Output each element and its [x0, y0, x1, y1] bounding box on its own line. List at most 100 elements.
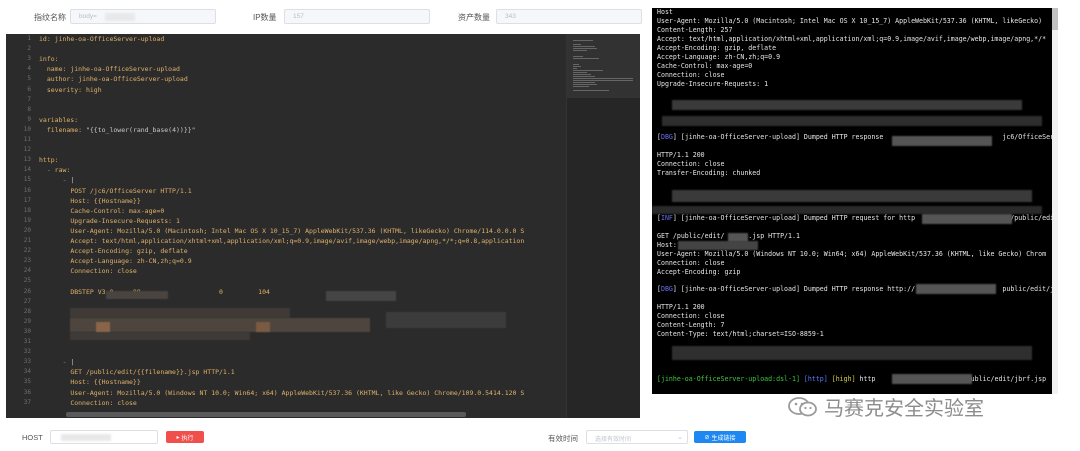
terminal-line: Host [657, 8, 673, 16]
terminal-scrollbar[interactable] [1052, 8, 1058, 394]
code-line: User-Agent: Mozilla/5.0 (Windows NT 10.0… [70, 388, 525, 397]
terminal-line: User-Agent: Mozilla/5.0 (Macintosh; Inte… [657, 16, 1043, 25]
asset-count-value: 343 [505, 13, 516, 20]
redacted-block [916, 284, 996, 294]
terminal-line: Content-Type: text/html;charset=ISO-8859… [657, 330, 824, 339]
watermark: 马赛克安全实验室 [788, 392, 984, 421]
line-number: 23 [23, 257, 31, 265]
redacted-chip [61, 434, 111, 441]
generate-link-label: 生成链接 [711, 435, 736, 442]
code-line: id: jinhe-oa-OfficeServer-upload [39, 35, 165, 43]
valid-time-select[interactable]: 选择有效时间 ⌄ [586, 430, 688, 444]
run-button[interactable]: ▸ 执行 [166, 431, 204, 443]
line-number: 25 [23, 277, 31, 285]
line-number: 31 [23, 338, 31, 345]
redacted-chip [105, 13, 135, 21]
line-number: 33 [23, 358, 31, 366]
host-input[interactable] [50, 430, 158, 444]
redacted-block [892, 374, 972, 384]
code-line: Host: {{Hostname}} [70, 378, 141, 387]
line-number: 2 [27, 45, 31, 53]
host-label: HOST [22, 433, 43, 442]
redacted-block [662, 116, 1042, 126]
line-number: 13 [23, 156, 31, 164]
ip-count-label: IP数量 [253, 13, 277, 22]
redacted-block [672, 190, 1032, 202]
line-number: 1 [27, 35, 31, 42]
line-number: 11 [23, 136, 31, 143]
redacted-block [672, 346, 1032, 360]
code-line: Accept-Language: zh-CN,zh;q=0.9 [70, 257, 192, 266]
line-number: 9 [27, 115, 31, 123]
code-line: filename: "{{to_lower(rand_base(4))}}" [46, 125, 196, 134]
line-number: 3 [27, 55, 31, 63]
line-number: 27 [23, 297, 31, 305]
code-line: Accept-Encoding: gzip, deflate [70, 247, 188, 256]
run-button-label: 执行 [181, 435, 194, 442]
bottom-bar: HOST ▸ 执行 有效时间 选择有效时间 ⌄ ⊘ 生成链接 [0, 424, 1080, 451]
redacted-block [106, 291, 168, 299]
watermark-text: 马赛克安全实验室 [824, 398, 984, 420]
terminal-line: Accept-Encoding: gzip, deflate [657, 43, 777, 52]
code-line: GET /public/edit/{{filename}}.jsp HTTP/1… [70, 368, 235, 377]
redacted-block [386, 312, 506, 328]
line-number: 28 [23, 307, 31, 315]
ip-count-input[interactable]: 157 [284, 9, 430, 24]
wechat-icon [788, 396, 818, 417]
line-number: 7 [27, 95, 31, 103]
line-number-gutter: 1 2 3 4 5 6 7 8 9 10 11 12 13 14 15 16 17 18 19 20 21 22 23 24 2… [6, 34, 34, 418]
terminal-line: [DBG] [jinhe-oa-OfficeServer-upload] Dum… [657, 285, 1058, 294]
terminal-scrollbar-thumb[interactable] [1052, 8, 1058, 30]
line-number: 22 [23, 247, 31, 255]
terminal-line: Connection: close [657, 160, 725, 169]
terminal-line: [DBG] [jinhe-oa-OfficeServer-upload] Dum… [657, 133, 1058, 142]
redacted-block [70, 318, 370, 332]
code-line: Cache-Control: max-age=0 [70, 206, 165, 215]
line-number: 37 [23, 398, 31, 406]
code-line: info: [39, 55, 59, 64]
asset-count-label: 资产数量 [458, 13, 490, 22]
line-number: 19 [23, 216, 31, 224]
terminal-line: Host: [657, 240, 677, 249]
terminal-line: HTTP/1.1 200 [657, 303, 705, 312]
line-number: 24 [23, 267, 31, 275]
asset-count-input[interactable]: 343 [496, 9, 642, 24]
ip-count-value: 157 [293, 13, 304, 20]
terminal-output[interactable]: Host User-Agent: Mozilla/5.0 (Macintosh; … [652, 8, 1058, 394]
line-number: 14 [23, 166, 31, 174]
terminal-line: [jinhe-oa-OfficeServer-upload:dsl-1] [ht… [657, 374, 1047, 383]
generate-link-button[interactable]: ⊘ 生成链接 [694, 431, 746, 443]
code-line: severity: high [46, 85, 102, 94]
line-number: 17 [23, 196, 31, 204]
terminal-line: Accept-Language: zh-CN,zh;q=0.9 [657, 52, 781, 61]
code-line: Accept: text/html,application/xhtml+xml,… [70, 237, 525, 245]
terminal-line: Cache-Control: max-age=0 [657, 61, 753, 70]
line-number: 18 [23, 206, 31, 214]
terminal-line: Connection: close [657, 70, 725, 79]
yaml-editor[interactable]: 1 2 3 4 5 6 7 8 9 10 11 12 13 14 15 16 17 18 19 20 21 22 23 24 2… [6, 34, 640, 418]
horizontal-scrollbar[interactable] [66, 412, 466, 417]
redacted-block [326, 291, 396, 301]
code-area[interactable]: id: jinhe-oa-OfficeServer-upload info: na… [39, 34, 564, 418]
code-line: - | [62, 358, 75, 367]
fingerprint-input[interactable]: body= [70, 9, 216, 24]
line-number: 26 [23, 287, 31, 295]
code-line: User-Agent: Mozilla/5.0 (Macintosh; Inte… [70, 226, 525, 235]
line-number: 36 [23, 388, 31, 396]
redacted-block [256, 322, 270, 332]
line-number: 35 [23, 378, 31, 386]
redacted-block [672, 100, 1022, 110]
line-number: 20 [23, 226, 31, 234]
code-line: Connection: close [70, 398, 137, 407]
code-minimap[interactable] [566, 34, 640, 418]
line-number: 29 [23, 317, 31, 325]
line-number: 32 [23, 348, 31, 356]
code-line: http: [39, 156, 59, 165]
terminal-line: Connection: close [657, 258, 725, 267]
minimap-viewport[interactable] [567, 34, 640, 98]
fingerprint-label: 指纹名称 [34, 13, 66, 22]
line-number: 30 [23, 327, 31, 335]
code-line: - | [62, 176, 75, 185]
terminal-line: Accept: text/html,application/xhtml+xml,… [657, 34, 1047, 43]
filter-bar: 指纹名称 body= IP数量 157 资产数量 343 [0, 0, 650, 34]
